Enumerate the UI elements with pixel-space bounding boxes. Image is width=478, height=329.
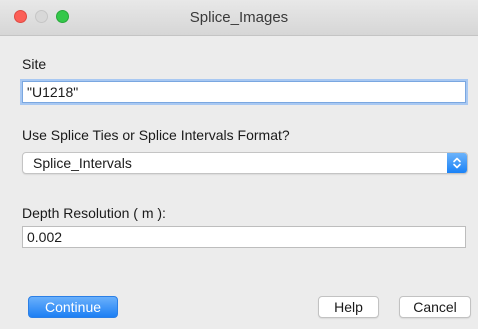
depth-resolution-input[interactable] — [22, 226, 466, 248]
title-bar[interactable]: Splice_Images — [0, 0, 478, 36]
site-label: Site — [22, 56, 47, 72]
cancel-button[interactable]: Cancel — [399, 296, 471, 318]
format-label: Use Splice Ties or Splice Intervals Form… — [22, 127, 290, 143]
format-select[interactable]: Splice_Intervals — [22, 152, 468, 174]
window-title: Splice_Images — [189, 9, 289, 26]
dialog-window: Splice_Images Site Use Splice Ties or Sp… — [0, 0, 478, 329]
continue-button[interactable]: Continue — [28, 296, 118, 318]
format-selected-value: Splice_Intervals — [33, 155, 132, 171]
site-input[interactable] — [22, 81, 466, 103]
depth-label: Depth Resolution ( m ): — [22, 205, 166, 221]
select-arrows-icon — [447, 153, 467, 173]
help-button[interactable]: Help — [318, 296, 379, 318]
